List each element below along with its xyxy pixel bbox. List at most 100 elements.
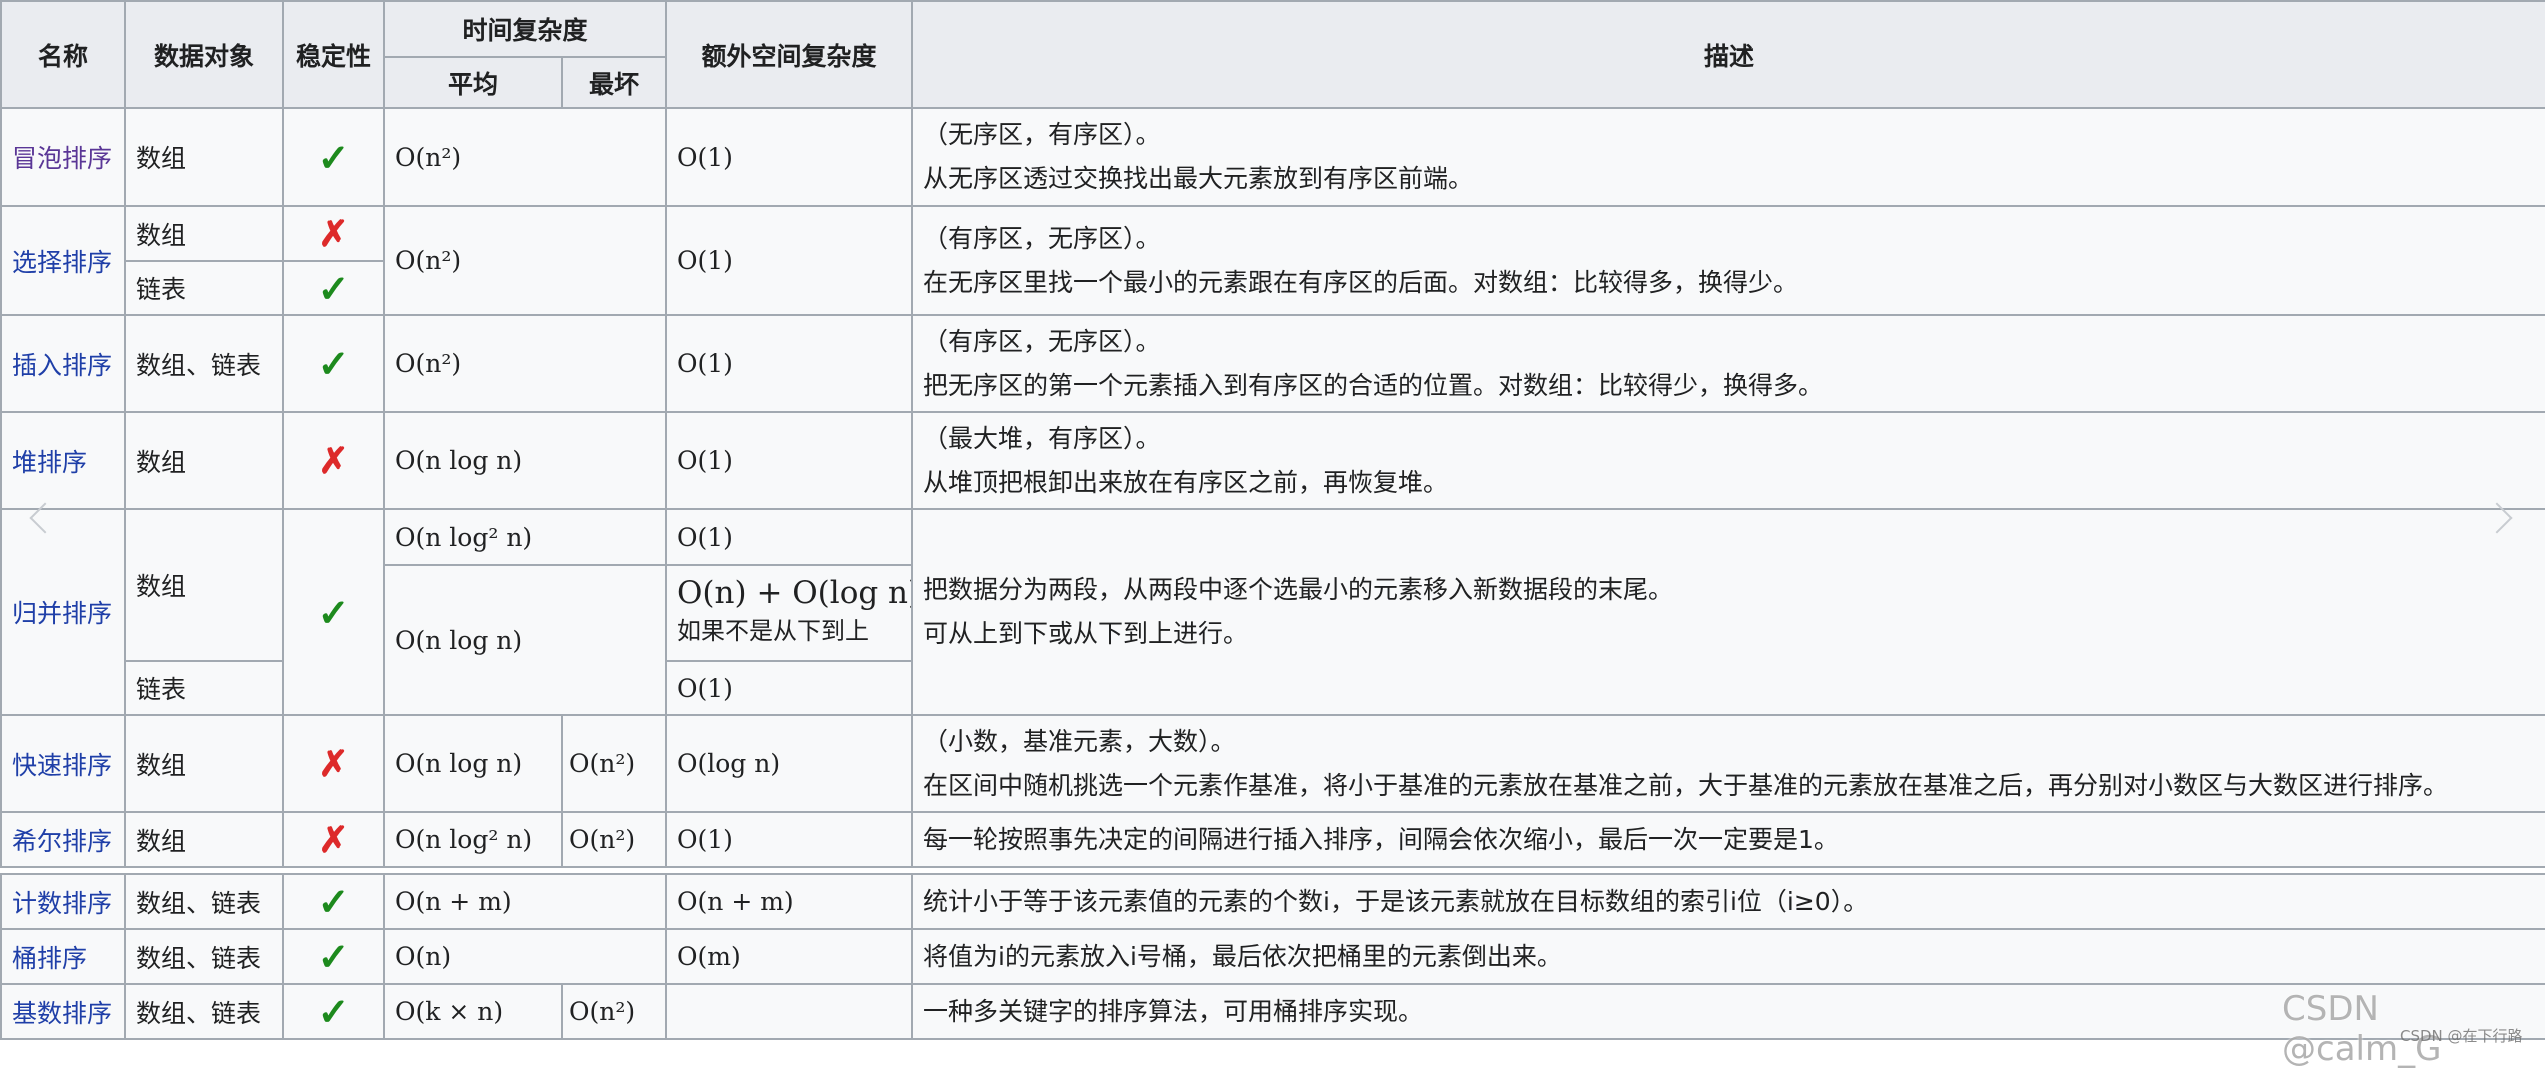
table-row: 归并排序 数组 ✓ O(n log² n) O(1) 把数据分为两段，从两段中逐… [0,508,2545,716]
description-cell: （最大堆，有序区）。 从堆顶把根卸出来放在有序区之前，再恢复堆。 [911,411,2545,510]
space-complexity-cell: O(1) [665,107,914,207]
description-line: 从堆顶把根卸出来放在有序区之前，再恢复堆。 [923,467,1449,497]
algorithm-link-shell[interactable]: 希尔排序 [12,827,112,856]
check-icon: ✓ [317,879,350,924]
average-complexity-cell: O(n log n) [382,411,668,510]
table-row: 基数排序 数组、链表 ✓ O(k × n) O(n²) 一种多关键字的排序算法，… [0,983,2545,1040]
check-icon: ✓ [317,989,350,1034]
header-name: 名称 [0,0,126,109]
description-cell: （有序区，无序区）。 把无序区的第一个元素插入到有序区的合适的位置。对数组：比较… [911,314,2545,413]
description-cell: （小数，基准元素，大数）。 在区间中随机挑选一个元素作基准，将小于基准的元素放在… [911,714,2545,813]
check-icon: ✓ [317,589,350,635]
algorithm-name-cell: 希尔排序 [0,811,126,868]
average-complexity-cell: O(k × n) [383,983,563,1040]
space-complexity-note: 如果不是从下到上 [677,617,870,645]
description-line: 在无序区里找一个最小的元素跟在有序区的后面。对数组：比较得多，换得少。 [923,267,1799,297]
table-row: 插入排序 数组、链表 ✓ O(n²) O(1) （有序区，无序区）。 把无序区的… [0,314,2545,413]
stability-cell: ✓ [282,983,385,1040]
data-object-cell: 数组 [124,508,284,662]
stability-cell: ✓ [282,260,385,316]
algorithm-link-heap[interactable]: 堆排序 [12,448,87,477]
divider-cell [1,866,2545,875]
sorting-table-screenshot: 名称 数据对象 稳定性 时间复杂度 额外空间复杂度 描述 平均 最坏 冒泡排序 … [0,0,2545,1069]
space-complexity-cell: O(log n) [665,714,914,813]
algorithm-name-cell: 快速排序 [0,714,126,813]
algorithm-name-cell: 插入排序 [0,314,126,413]
algorithm-link-insertion[interactable]: 插入排序 [12,351,112,380]
algorithm-name-cell: 桶排序 [0,928,126,985]
average-complexity-cell: O(n + m) [382,873,668,930]
description-line: 在区间中随机挑选一个元素作基准，将小于基准的元素放在基准之前，大于基准的元素放在… [923,770,2449,800]
check-icon: ✓ [317,265,350,311]
average-complexity-cell: O(n log n) [383,714,563,813]
algorithm-link-selection[interactable]: 选择排序 [12,248,112,277]
stability-cell: ✗ [282,411,385,510]
algorithm-name-cell: 归并排序 [0,508,126,716]
data-object-cell: 数组 [124,205,284,262]
check-icon: ✓ [317,341,350,386]
watermark-subtext: CSDN @在下行路 [2400,1027,2523,1045]
header-row-1: 名称 数据对象 稳定性 时间复杂度 额外空间复杂度 描述 [0,0,2545,109]
stability-cell: ✗ [282,205,385,262]
table-row: 冒泡排序 数组 ✓ O(n²) O(1) （无序区，有序区）。 从无序区透过交换… [0,107,2545,207]
average-complexity-cell: O(n log² n) [383,811,563,868]
stability-cell: ✗ [282,714,385,813]
cross-icon: ✗ [318,742,349,785]
worst-complexity-cell: O(n²) [560,811,668,868]
space-complexity-cell [665,983,914,1040]
space-complexity-cell: O(1) [665,314,914,413]
stability-cell: ✓ [282,508,385,716]
data-object-cell: 链表 [124,660,284,716]
average-complexity-cell: O(n²) [382,107,668,207]
stability-cell: ✓ [282,928,385,985]
sorting-algorithms-table: 名称 数据对象 稳定性 时间复杂度 额外空间复杂度 描述 平均 最坏 冒泡排序 … [0,0,2545,1040]
description-line: 可从上到下或从下到上进行。 [923,619,1249,648]
cross-icon: ✗ [318,818,349,861]
header-average: 平均 [383,56,563,109]
description-cell: 每一轮按照事先决定的间隔进行插入排序，间隔会依次缩小，最后一次一定要是1。 [911,811,2545,868]
space-complexity-cell: O(1) [665,205,914,316]
table-row: 选择排序 数组 ✗ O(n²) O(1) （有序区，无序区）。 在无序区里找一个… [0,205,2545,316]
description-cell: （无序区，有序区）。 从无序区透过交换找出最大元素放到有序区前端。 [911,107,2545,207]
table-row: 希尔排序 数组 ✗ O(n log² n) O(n²) O(1) 每一轮按照事先… [0,811,2545,868]
space-complexity-cell: O(1) [665,660,914,716]
space-complexity-cell: O(m) [665,928,914,985]
stability-cell: ✓ [282,314,385,413]
header-worst: 最坏 [560,56,668,109]
algorithm-link-bubble[interactable]: 冒泡排序 [12,144,112,173]
cross-icon: ✗ [318,439,349,482]
data-object-cell: 链表 [124,260,284,316]
stability-cell: ✗ [282,811,385,868]
table-row: 桶排序 数组、链表 ✓ O(n) O(m) 将值为i的元素放入i号桶，最后依次把… [0,928,2545,985]
description-line: 把数据分为两段，从两段中逐个选最小的元素移入新数据段的末尾。 [923,575,1674,604]
cross-icon: ✗ [318,212,349,255]
description-line: （无序区，有序区）。 [923,120,1161,149]
space-complexity-cell: O(1) [665,508,914,566]
average-complexity-cell: O(n²) [382,205,668,316]
algorithm-link-counting[interactable]: 计数排序 [12,889,112,918]
average-complexity-cell: O(n log² n) [382,508,668,566]
algorithm-link-bucket[interactable]: 桶排序 [12,944,87,973]
algorithm-link-merge[interactable]: 归并排序 [12,599,112,628]
data-object-cell: 数组、链表 [124,873,284,930]
worst-complexity-cell: O(n²) [560,983,668,1040]
check-icon: ✓ [317,134,350,180]
average-complexity-cell: O(n log n) [382,564,668,716]
description-cell: 将值为i的元素放入i号桶，最后依次把桶里的元素倒出来。 [911,928,2545,985]
data-object-cell: 数组、链表 [124,928,284,985]
average-complexity-cell: O(n) [382,928,668,985]
check-icon: ✓ [317,934,350,979]
stability-cell: ✓ [282,873,385,930]
table-row: 计数排序 数组、链表 ✓ O(n + m) O(n + m) 统计小于等于该元素… [0,873,2545,930]
description-line: （有序区，无序区）。 [923,326,1161,356]
algorithm-name-cell: 堆排序 [0,411,126,510]
header-data-object: 数据对象 [124,0,284,109]
description-line: 把无序区的第一个元素插入到有序区的合适的位置。对数组：比较得少，换得多。 [923,370,1824,400]
algorithm-link-quick[interactable]: 快速排序 [12,751,112,780]
description-cell: （有序区，无序区）。 在无序区里找一个最小的元素跟在有序区的后面。对数组：比较得… [911,205,2545,316]
algorithm-link-radix[interactable]: 基数排序 [12,999,112,1028]
description-cell: 统计小于等于该元素值的元素的个数i，于是该元素就放在目标数组的索引i位（i≥0）… [911,873,2545,930]
data-object-cell: 数组 [124,107,284,207]
space-complexity-cell: O(n + m) [665,873,914,930]
header-description: 描述 [911,0,2545,109]
